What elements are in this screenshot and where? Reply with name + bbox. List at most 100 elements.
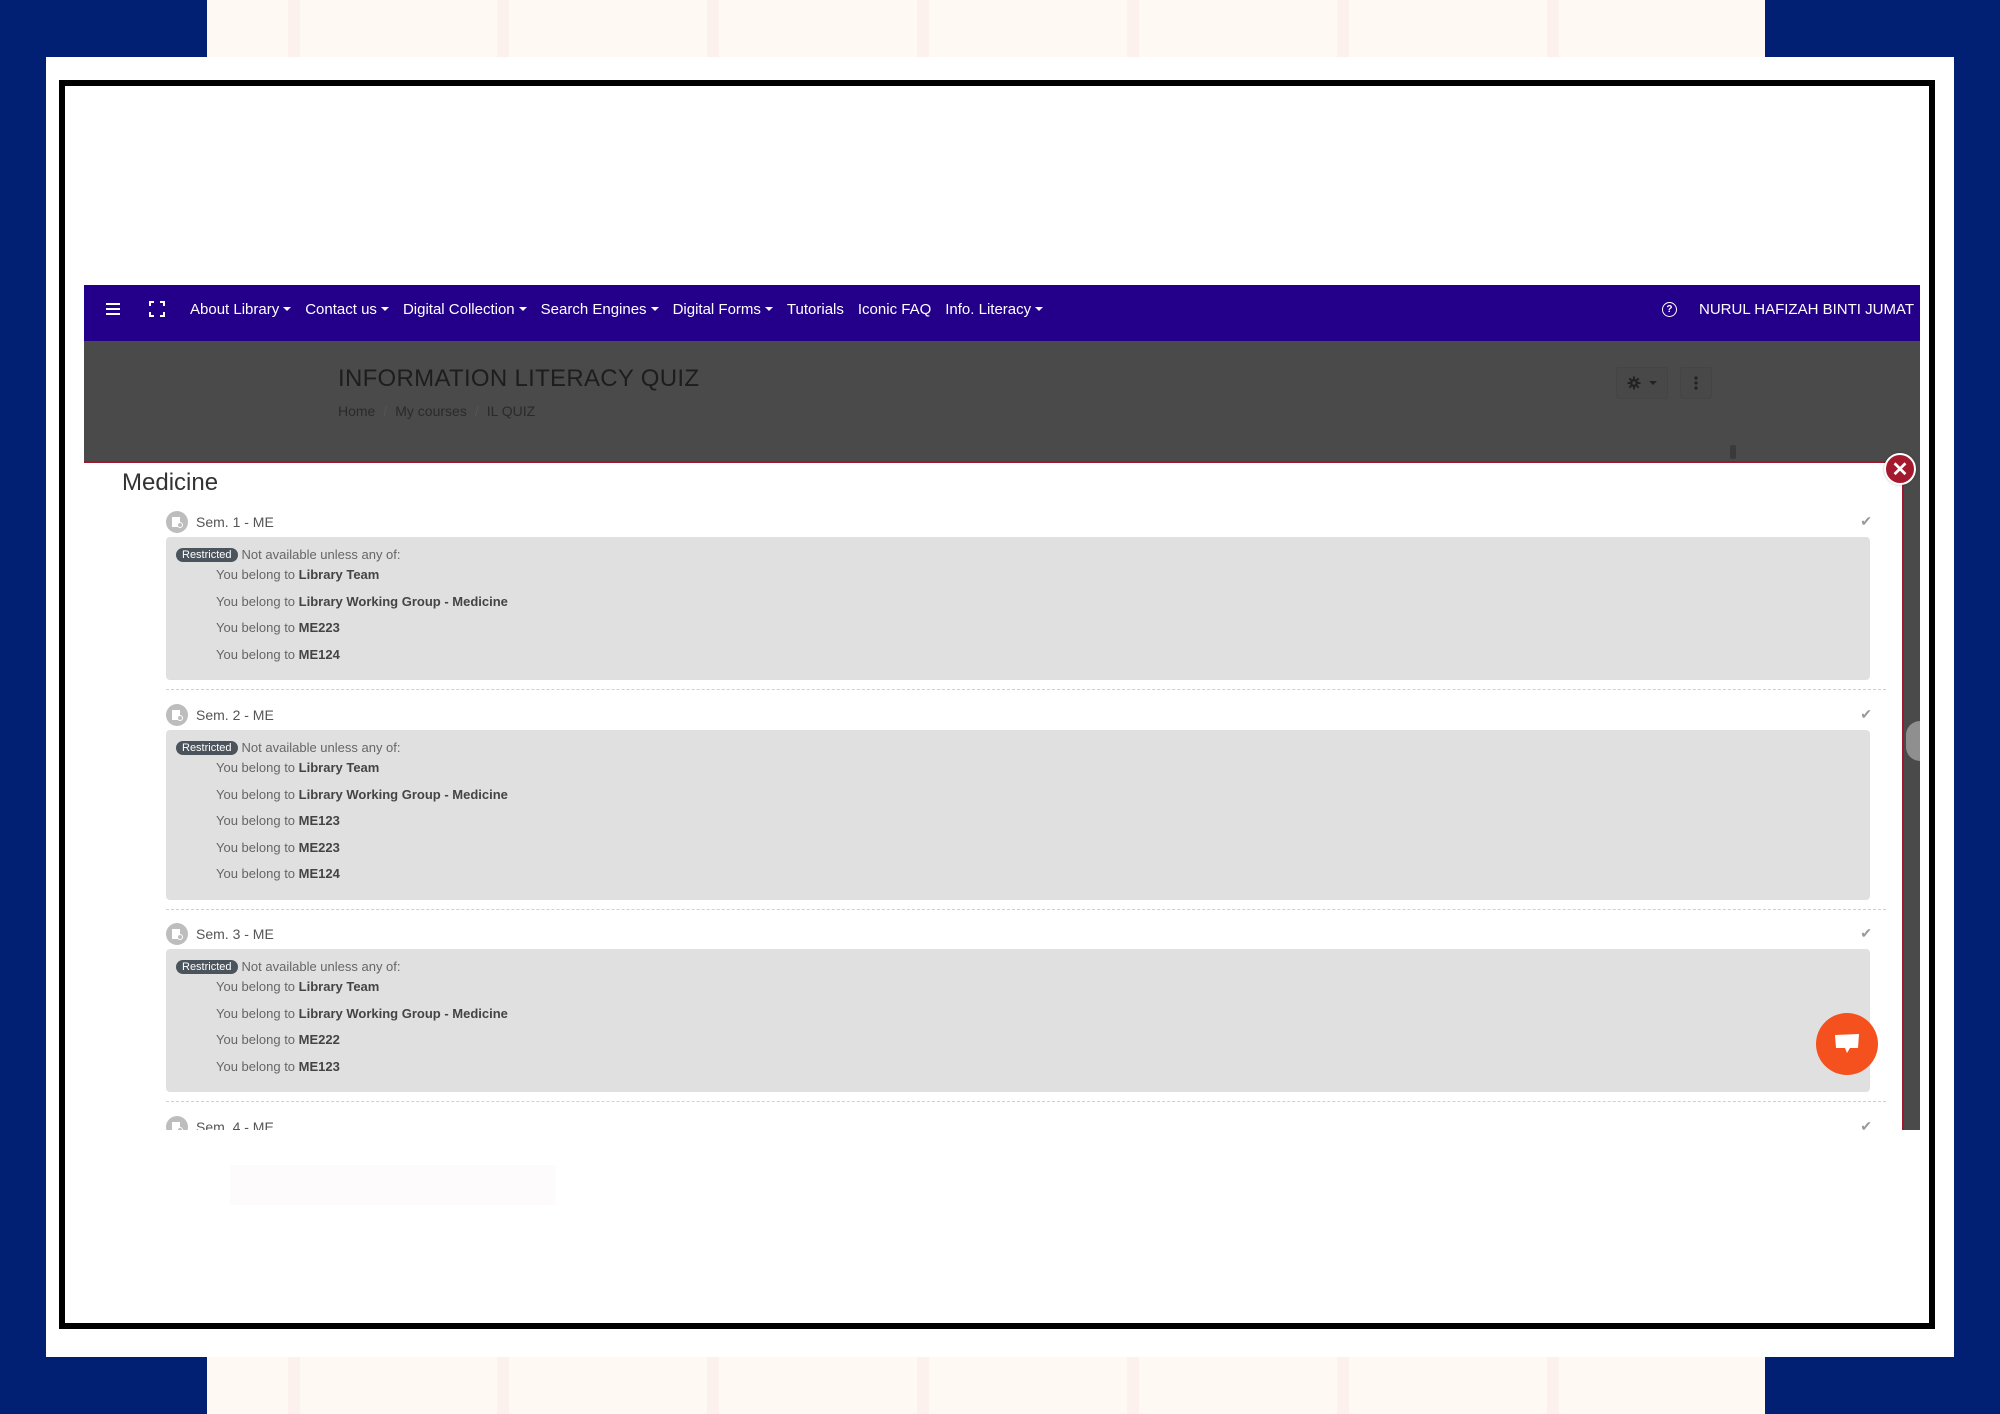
- settings-menu-button[interactable]: [1616, 367, 1668, 399]
- restriction-condition: You belong to ME223: [216, 839, 340, 855]
- background-cream-band-top: [207, 0, 1765, 57]
- quiz-icon: [166, 1116, 188, 1130]
- faded-caption-bar: [230, 1165, 556, 1205]
- decorative-stripe: [917, 1357, 929, 1414]
- scroll-handle[interactable]: [1730, 445, 1736, 459]
- nav-contact-us[interactable]: Contact us: [305, 301, 389, 318]
- close-icon: ✕: [1891, 458, 1909, 481]
- caret-down-icon: [764, 307, 773, 311]
- decorative-stripe: [707, 1357, 719, 1414]
- divider: [166, 689, 1886, 690]
- restriction-condition: You belong to Library Working Group - Me…: [216, 593, 508, 609]
- top-navbar: About Library Contact us Digital Collect…: [84, 285, 1920, 341]
- decorative-stripe: [288, 0, 300, 57]
- help-icon[interactable]: ?: [1661, 302, 1677, 317]
- restriction-condition: You belong to Library Team: [216, 979, 380, 994]
- nav-iconic-faq[interactable]: Iconic FAQ: [858, 301, 931, 318]
- decorative-stripe: [1547, 1357, 1559, 1414]
- close-modal-button[interactable]: ✕: [1884, 453, 1916, 485]
- decorative-stripe: [1337, 1357, 1349, 1414]
- overlay-right-strip: [1904, 461, 1920, 1130]
- nav-digital-collection[interactable]: Digital Collection: [403, 301, 527, 318]
- check-icon[interactable]: ✔: [1860, 1118, 1872, 1130]
- nav-label: Tutorials: [786, 300, 844, 318]
- activity-title[interactable]: Sem. 4 - ME: [196, 1119, 274, 1130]
- decorative-stripe: [1127, 1357, 1139, 1414]
- restricted-badge: Restricted: [176, 740, 238, 755]
- restriction-condition: You belong to ME222: [216, 1032, 340, 1047]
- check-icon[interactable]: ✔: [1860, 925, 1872, 942]
- user-menu[interactable]: NURUL HAFIZAH BINTI JUMAT: [1699, 301, 1914, 318]
- decorative-stripe: [917, 0, 929, 57]
- caret-down-icon: [380, 307, 389, 311]
- restricted-badge: Restricted: [176, 959, 238, 974]
- nav-info-literacy[interactable]: Info. Literacy: [945, 300, 1044, 318]
- check-icon[interactable]: ✔: [1860, 706, 1872, 723]
- activity-title[interactable]: Sem. 2 - ME: [196, 707, 274, 723]
- restriction-box: Restricted Not available unless any of: Y…: [166, 949, 1870, 1092]
- restriction-condition: You belong to Library Working Group - Me…: [216, 1005, 508, 1021]
- more-options-button[interactable]: [1680, 367, 1712, 399]
- nav-tutorials[interactable]: Tutorials: [787, 301, 844, 318]
- caret-down-icon: [650, 307, 659, 311]
- page-title: INFORMATION LITERACY QUIZ: [338, 365, 700, 392]
- decorative-stripe: [1337, 0, 1349, 57]
- caret-down-icon: [518, 307, 527, 311]
- hamburger-icon[interactable]: [102, 299, 124, 319]
- activity-item: Sem. 3 - ME ✔ Restricted Not available un…: [166, 919, 1886, 1102]
- gear-icon: [1627, 376, 1641, 390]
- restriction-condition: You belong to ME123: [216, 1058, 340, 1074]
- caret-down-icon: [1035, 307, 1044, 311]
- restriction-box: Restricted Not available unless any of: Y…: [166, 730, 1870, 900]
- kebab-icon: [1694, 376, 1698, 390]
- quiz-icon: [166, 923, 188, 945]
- restriction-condition: You belong to ME223: [216, 620, 340, 635]
- restriction-condition: You belong to Library Team: [216, 567, 380, 582]
- breadcrumb: Home / My courses / IL QUIZ: [338, 403, 535, 419]
- decorative-stripe: [497, 1357, 509, 1414]
- restriction-text: Not available unless any of:: [241, 547, 401, 562]
- check-icon[interactable]: ✔: [1860, 513, 1872, 530]
- chat-button[interactable]: [1816, 1013, 1878, 1075]
- restriction-text: Not available unless any of:: [241, 740, 401, 755]
- restriction-condition: You belong to ME123: [216, 813, 340, 828]
- breadcrumb-il-quiz[interactable]: IL QUIZ: [487, 403, 536, 419]
- nav-label: Iconic FAQ: [857, 300, 932, 318]
- breadcrumb-my-courses[interactable]: My courses: [395, 403, 467, 419]
- breadcrumb-home[interactable]: Home: [338, 403, 375, 419]
- decorative-stripe: [288, 1357, 300, 1414]
- screenshot-content: About Library Contact us Digital Collect…: [84, 285, 1920, 1130]
- nav-digital-forms[interactable]: Digital Forms: [673, 301, 773, 318]
- caret-down-icon: [1649, 381, 1657, 385]
- chat-icon: [1835, 1034, 1859, 1053]
- divider: [166, 908, 1886, 910]
- restriction-condition: You belong to ME124: [216, 646, 340, 662]
- nav-label: About Library: [190, 300, 280, 318]
- activity-title[interactable]: Sem. 3 - ME: [196, 926, 274, 942]
- divider: [166, 1101, 1886, 1102]
- caret-down-icon: [283, 307, 292, 311]
- nav-label: Contact us: [305, 300, 377, 318]
- decorative-stripe: [707, 0, 719, 57]
- restriction-condition: You belong to ME124: [216, 866, 340, 881]
- restriction-text: Not available unless any of:: [241, 959, 401, 974]
- nav-label: Digital Forms: [672, 300, 761, 318]
- fullscreen-icon[interactable]: [146, 299, 168, 319]
- nav-label: Info. Literacy: [945, 300, 1032, 318]
- background-cream-band-bottom: [207, 1357, 1765, 1414]
- activity-item: Sem. 1 - ME ✔ Restricted Not available un…: [166, 507, 1886, 690]
- quiz-icon: [166, 511, 188, 533]
- breadcrumb-separator: /: [383, 403, 388, 419]
- decorative-stripe: [497, 0, 509, 57]
- activity-title[interactable]: Sem. 1 - ME: [196, 514, 274, 530]
- restriction-condition: You belong to Library Working Group - Me…: [216, 786, 508, 802]
- restriction-box: Restricted Not available unless any of: Y…: [166, 537, 1870, 680]
- side-tab-handle[interactable]: [1906, 721, 1920, 761]
- activity-item: Sem. 4 - ME ✔: [166, 1112, 1886, 1130]
- section-title: Medicine: [122, 469, 219, 496]
- nav-about-library[interactable]: About Library: [190, 300, 292, 318]
- nav-search-engines[interactable]: Search Engines: [541, 301, 659, 318]
- quiz-icon: [166, 704, 188, 726]
- page-header: INFORMATION LITERACY QUIZ Home / My cour…: [84, 341, 1920, 461]
- restricted-badge: Restricted: [176, 547, 238, 562]
